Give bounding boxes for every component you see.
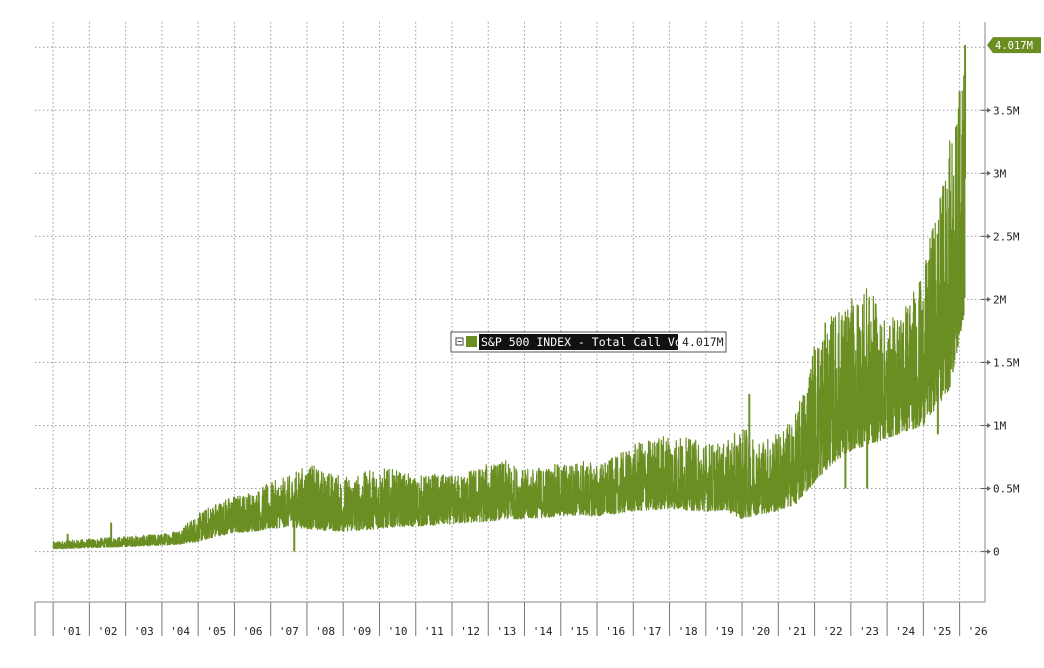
- y-tick-label: 1M: [993, 419, 1007, 432]
- y-tick-arrow: [987, 359, 991, 365]
- x-tick-label: '02: [98, 625, 118, 638]
- legend-series-name: S&P 500 INDEX - Total Call Volume: [481, 335, 710, 349]
- x-tick-label: '13: [496, 625, 516, 638]
- x-tick-label: '25: [932, 625, 952, 638]
- x-tick-label: '06: [243, 625, 263, 638]
- x-tick-label: '20: [750, 625, 770, 638]
- x-tick-label: '17: [641, 625, 661, 638]
- x-tick-label: '21: [787, 625, 807, 638]
- x-tick-label: '03: [134, 625, 154, 638]
- legend-series-value: 4.017M: [682, 335, 724, 349]
- y-tick-label: 3M: [993, 167, 1007, 180]
- legend-swatch: [466, 336, 477, 347]
- y-tick-arrow: [987, 170, 991, 176]
- y-tick-arrow: [987, 486, 991, 492]
- x-tick-label: '14: [533, 625, 553, 638]
- x-tick-label: '01: [61, 625, 81, 638]
- x-tick-label: '10: [388, 625, 408, 638]
- y-tick-arrow: [987, 422, 991, 428]
- y-axis-labels: 0 0.5M 1M 1.5M 2M 2.5M 3M 3.5M: [993, 104, 1020, 558]
- x-tick-label: '15: [569, 625, 589, 638]
- last-value-badge-text: 4.017M: [995, 40, 1033, 52]
- series-line: [52, 75, 966, 550]
- y-tick-arrow: [987, 107, 991, 113]
- line-chart: 0 0.5M 1M 1.5M 2M 2.5M 3M 3.5M '01 '02 '03 '04 '05 '…: [34, 22, 1041, 638]
- y-tick-label: 1.5M: [993, 356, 1020, 369]
- last-value-badge: 4.017M: [987, 37, 1041, 54]
- x-tick-label: '22: [823, 625, 843, 638]
- x-tick-label: '07: [279, 625, 299, 638]
- y-tick-label: 2M: [993, 293, 1007, 306]
- x-tick-label: '11: [424, 625, 444, 638]
- y-tick-label: 3.5M: [993, 104, 1020, 117]
- y-tick-label: 0.5M: [993, 483, 1020, 496]
- x-tick-label: '04: [170, 625, 190, 638]
- x-tick-label: '26: [968, 625, 988, 638]
- x-tick-label: '18: [678, 625, 698, 638]
- y-tick-label: 2.5M: [993, 230, 1020, 243]
- x-tick-label: '12: [460, 625, 480, 638]
- legend: S&P 500 INDEX - Total Call Volume 4.017M: [450, 331, 727, 353]
- x-tick-label: '19: [714, 625, 734, 638]
- x-tick-label: '08: [315, 625, 335, 638]
- series-layer: [52, 45, 967, 552]
- x-tick-label: '05: [206, 625, 226, 638]
- x-tick-label: '09: [351, 625, 371, 638]
- y-tick-arrow: [987, 549, 991, 555]
- x-tick-label: '16: [605, 625, 625, 638]
- grid: [35, 22, 985, 602]
- y-tick-arrow: [987, 296, 991, 302]
- y-tick-label: 0: [993, 546, 1000, 559]
- x-tick-label: '24: [895, 625, 915, 638]
- x-tick-label: '23: [859, 625, 879, 638]
- y-tick-arrow: [987, 233, 991, 239]
